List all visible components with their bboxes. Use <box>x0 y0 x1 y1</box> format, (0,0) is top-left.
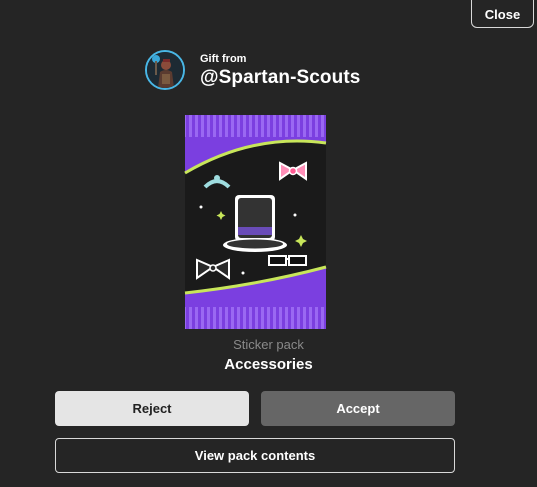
gift-header: Gift from @Spartan-Scouts <box>145 50 360 90</box>
avatar-character-icon <box>147 52 183 88</box>
view-pack-contents-button[interactable]: View pack contents <box>55 438 455 473</box>
close-button[interactable]: Close <box>471 0 534 28</box>
sender-username: @Spartan-Scouts <box>200 66 361 88</box>
pack-name: Accessories <box>224 356 313 373</box>
gift-from-label: Gift from <box>200 52 247 65</box>
avatar <box>145 50 185 90</box>
reject-button[interactable]: Reject <box>55 391 249 426</box>
accept-button[interactable]: Accept <box>261 391 455 426</box>
sticker-pack-image <box>184 115 327 329</box>
pack-type-label: Sticker pack <box>233 337 304 352</box>
